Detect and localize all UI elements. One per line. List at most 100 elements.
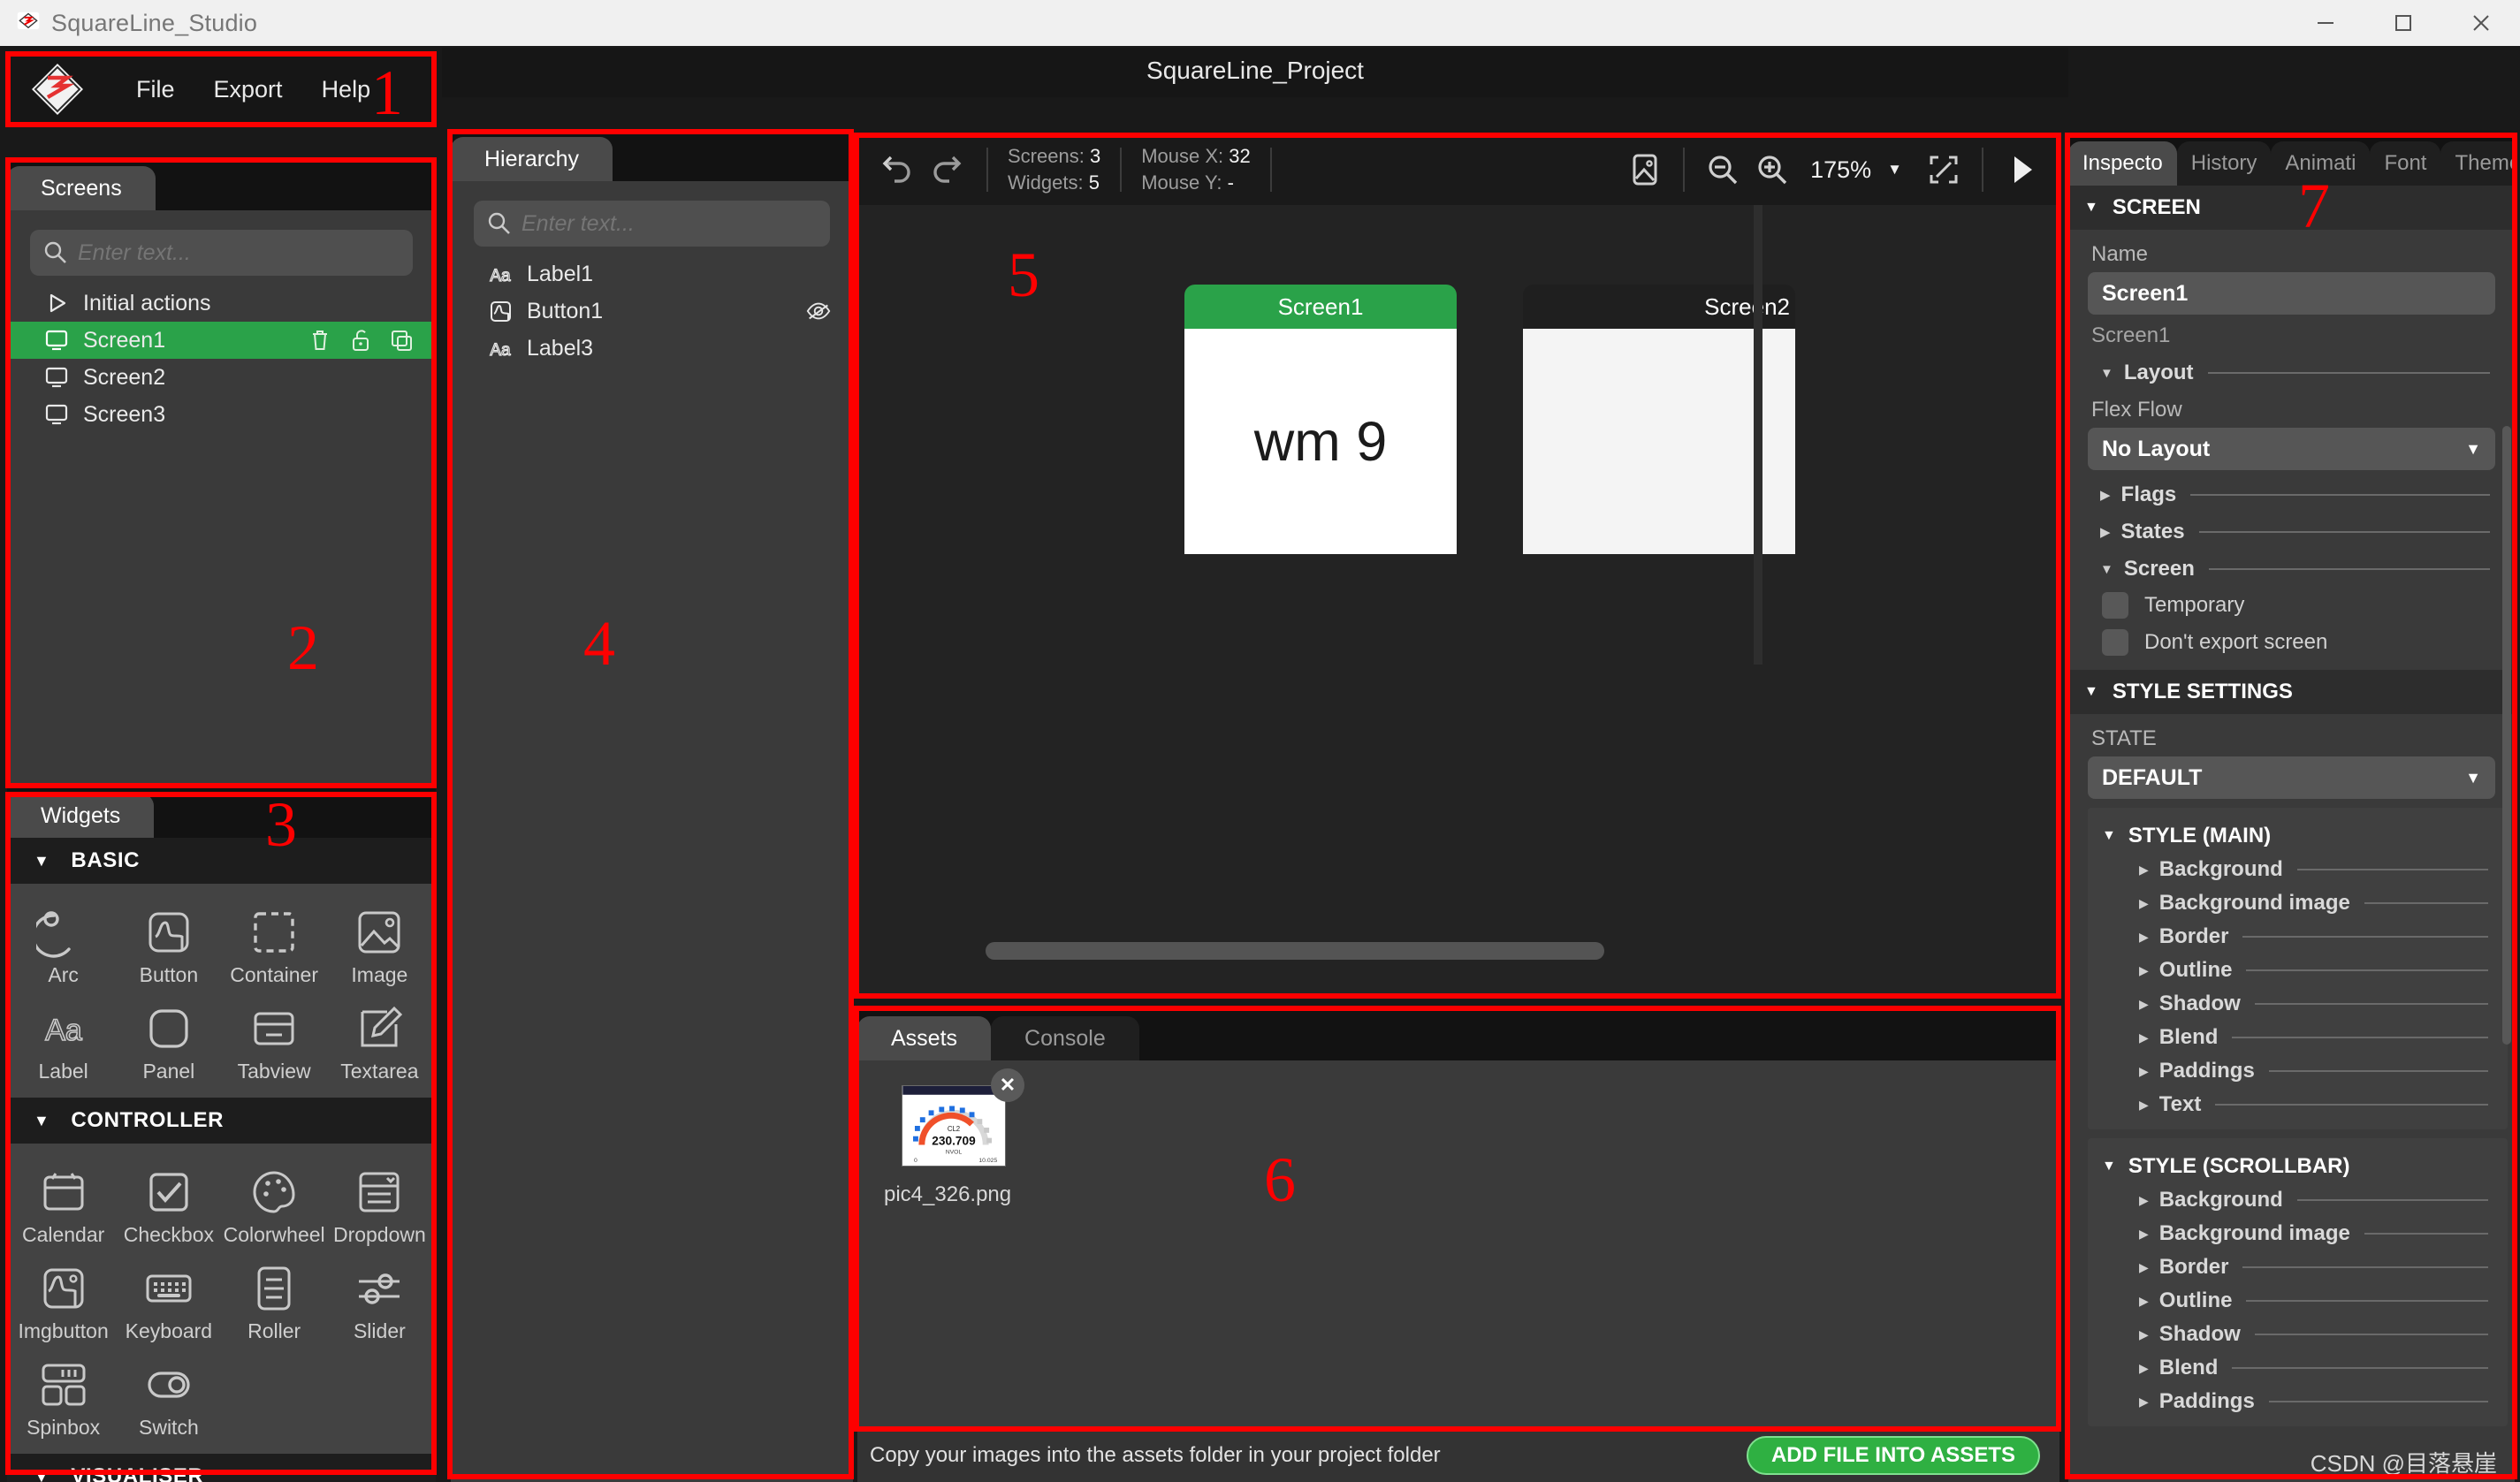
style-row-shadow[interactable]: ▶ Shadow	[2139, 1322, 2508, 1347]
widget-checkbox[interactable]: Checkbox	[116, 1156, 221, 1252]
checkbox-dont-export-screen[interactable]: Don't export screen	[2102, 629, 2495, 656]
inspector-scrollbar[interactable]	[2502, 426, 2511, 1045]
zoom-in-icon[interactable]	[1754, 151, 1791, 188]
tab-font[interactable]: Font	[2370, 141, 2440, 186]
widget-section-visualiser[interactable]: ▼ VISUALISER	[7, 1454, 436, 1482]
canvas-horizontal-scrollbar[interactable]	[857, 939, 2059, 961]
style-row-border[interactable]: ▶ Border	[2139, 1255, 2508, 1280]
unlock-icon[interactable]	[347, 327, 374, 353]
style-main-title-row[interactable]: ▼ STYLE (MAIN)	[2102, 824, 2508, 848]
close-icon[interactable]	[2442, 0, 2520, 46]
tab-history[interactable]: History	[2177, 141, 2272, 186]
canvas-stage[interactable]: Screen1 wm 9 Screen2	[857, 205, 2059, 939]
widget-button[interactable]: Button	[116, 896, 221, 992]
group-layout[interactable]: ▼ Layout	[2100, 361, 2495, 385]
zoom-level[interactable]: 175%	[1810, 156, 1871, 184]
tab-hierarchy[interactable]: Hierarchy	[451, 137, 613, 181]
hierarchy-search[interactable]	[474, 201, 830, 247]
tab-themes[interactable]: Themes	[2440, 141, 2515, 186]
inspector-style-settings-header[interactable]: ▼ STYLE SETTINGS	[2068, 670, 2515, 714]
redo-icon[interactable]	[930, 151, 967, 188]
screens-item-screen2[interactable]: Screen2	[7, 359, 436, 396]
style-row-blend[interactable]: ▶ Blend	[2139, 1025, 2508, 1050]
minimize-icon[interactable]	[2287, 0, 2364, 46]
canvas-screen-screen1[interactable]: Screen1 wm 9	[1184, 285, 1457, 554]
style-row-background-image[interactable]: ▶ Background image	[2139, 891, 2508, 916]
widget-colorwheel[interactable]: Colorwheel	[222, 1156, 327, 1252]
style-row-paddings[interactable]: ▶ Paddings	[2139, 1389, 2508, 1414]
close-icon[interactable]: ✕	[991, 1068, 1024, 1102]
widget-dropdown[interactable]: Dropdown	[327, 1156, 432, 1252]
style-row-background[interactable]: ▶ Background	[2139, 857, 2508, 882]
hierarchy-item-label1[interactable]: Aa Label1	[451, 255, 853, 293]
style-row-shadow[interactable]: ▶ Shadow	[2139, 992, 2508, 1016]
widget-image[interactable]: Image	[327, 896, 432, 992]
widget-spinbox[interactable]: Spinbox	[11, 1349, 116, 1445]
asset-item[interactable]: ✕ CL2 230.709	[884, 1085, 1061, 1207]
delete-icon[interactable]	[307, 327, 333, 353]
tab-widgets[interactable]: Widgets	[7, 794, 154, 838]
screens-item-initial-actions[interactable]: Initial actions	[7, 285, 436, 322]
style-row-background-image[interactable]: ▶ Background image	[2139, 1221, 2508, 1246]
menu-item-export[interactable]: Export	[194, 71, 302, 109]
fit-screen-icon[interactable]	[1925, 151, 1962, 188]
hierarchy-item-label3[interactable]: Aa Label3	[451, 330, 853, 367]
style-row-outline[interactable]: ▶ Outline	[2139, 1288, 2508, 1313]
tab-screens[interactable]: Screens	[7, 166, 156, 210]
hierarchy-item-button1[interactable]: Button1	[451, 293, 853, 330]
group-states[interactable]: ▶ States	[2100, 520, 2495, 544]
widget-calendar[interactable]: Calendar	[11, 1156, 116, 1252]
name-field[interactable]: Screen1	[2088, 272, 2495, 315]
widget-slider[interactable]: Slider	[327, 1252, 432, 1349]
duplicate-icon[interactable]	[388, 327, 415, 353]
style-row-blend[interactable]: ▶ Blend	[2139, 1356, 2508, 1380]
widget-container[interactable]: Container	[222, 896, 327, 992]
screens-search[interactable]	[30, 230, 413, 276]
screens-search-input[interactable]	[78, 240, 400, 266]
widget-textarea[interactable]: Textarea	[327, 992, 432, 1089]
widget-switch[interactable]: Switch	[116, 1349, 221, 1445]
screens-item-screen1[interactable]: Screen1	[7, 322, 436, 359]
eye-off-icon[interactable]	[805, 298, 832, 324]
checkbox-temporary[interactable]: Temporary	[2102, 592, 2495, 619]
image-mode-icon[interactable]	[1626, 151, 1664, 188]
add-file-into-assets-button[interactable]: ADD FILE INTO ASSETS	[1747, 1436, 2040, 1475]
scrollbar-thumb[interactable]	[986, 942, 1604, 960]
style-row-paddings[interactable]: ▶ Paddings	[2139, 1059, 2508, 1083]
widget-imgbutton[interactable]: Imgbutton	[11, 1252, 116, 1349]
style-scrollbar-title-row[interactable]: ▼ STYLE (SCROLLBAR)	[2102, 1154, 2508, 1179]
group-screen[interactable]: ▼ Screen	[2100, 557, 2495, 581]
widget-panel[interactable]: Panel	[116, 992, 221, 1089]
widget-keyboard[interactable]: Keyboard	[116, 1252, 221, 1349]
state-select[interactable]: DEFAULT ▼	[2088, 756, 2495, 799]
widget-label[interactable]: Aa Label	[11, 992, 116, 1089]
canvas-vertical-scrollbar[interactable]	[1754, 205, 1762, 665]
chevron-down-icon[interactable]: ▼	[1887, 161, 1902, 179]
screens-item-screen3[interactable]: Screen3	[7, 396, 436, 433]
style-row-background[interactable]: ▶ Background	[2139, 1188, 2508, 1212]
widget-roller[interactable]: Roller	[222, 1252, 327, 1349]
tab-inspector[interactable]: Inspecto	[2068, 141, 2177, 186]
tab-assets[interactable]: Assets	[857, 1016, 991, 1060]
hierarchy-search-input[interactable]	[522, 211, 818, 237]
zoom-out-icon[interactable]	[1704, 151, 1741, 188]
inspector-screen-section-header[interactable]: ▼ SCREEN	[2068, 186, 2515, 230]
widget-section-basic[interactable]: ▼ BASIC	[7, 838, 436, 884]
asset-thumbnail[interactable]: ✕ CL2 230.709	[902, 1085, 1006, 1167]
menu-item-file[interactable]: File	[117, 71, 194, 109]
widget-arc[interactable]: Arc	[11, 896, 116, 992]
checkbox-box[interactable]	[2102, 592, 2128, 619]
widget-tabview[interactable]: Tabview	[222, 992, 327, 1089]
group-flags[interactable]: ▶ Flags	[2100, 483, 2495, 507]
maximize-icon[interactable]	[2364, 0, 2442, 46]
style-row-outline[interactable]: ▶ Outline	[2139, 958, 2508, 983]
tab-console[interactable]: Console	[991, 1016, 1139, 1060]
canvas-screen-body[interactable]: wm 9	[1184, 329, 1457, 554]
flex-flow-select[interactable]: No Layout ▼	[2088, 428, 2495, 470]
undo-icon[interactable]	[877, 151, 914, 188]
squareline-logo-icon[interactable]	[28, 60, 87, 118]
style-row-text[interactable]: ▶ Text	[2139, 1092, 2508, 1117]
play-icon[interactable]	[2003, 151, 2040, 188]
style-row-border[interactable]: ▶ Border	[2139, 924, 2508, 949]
checkbox-box[interactable]	[2102, 629, 2128, 656]
